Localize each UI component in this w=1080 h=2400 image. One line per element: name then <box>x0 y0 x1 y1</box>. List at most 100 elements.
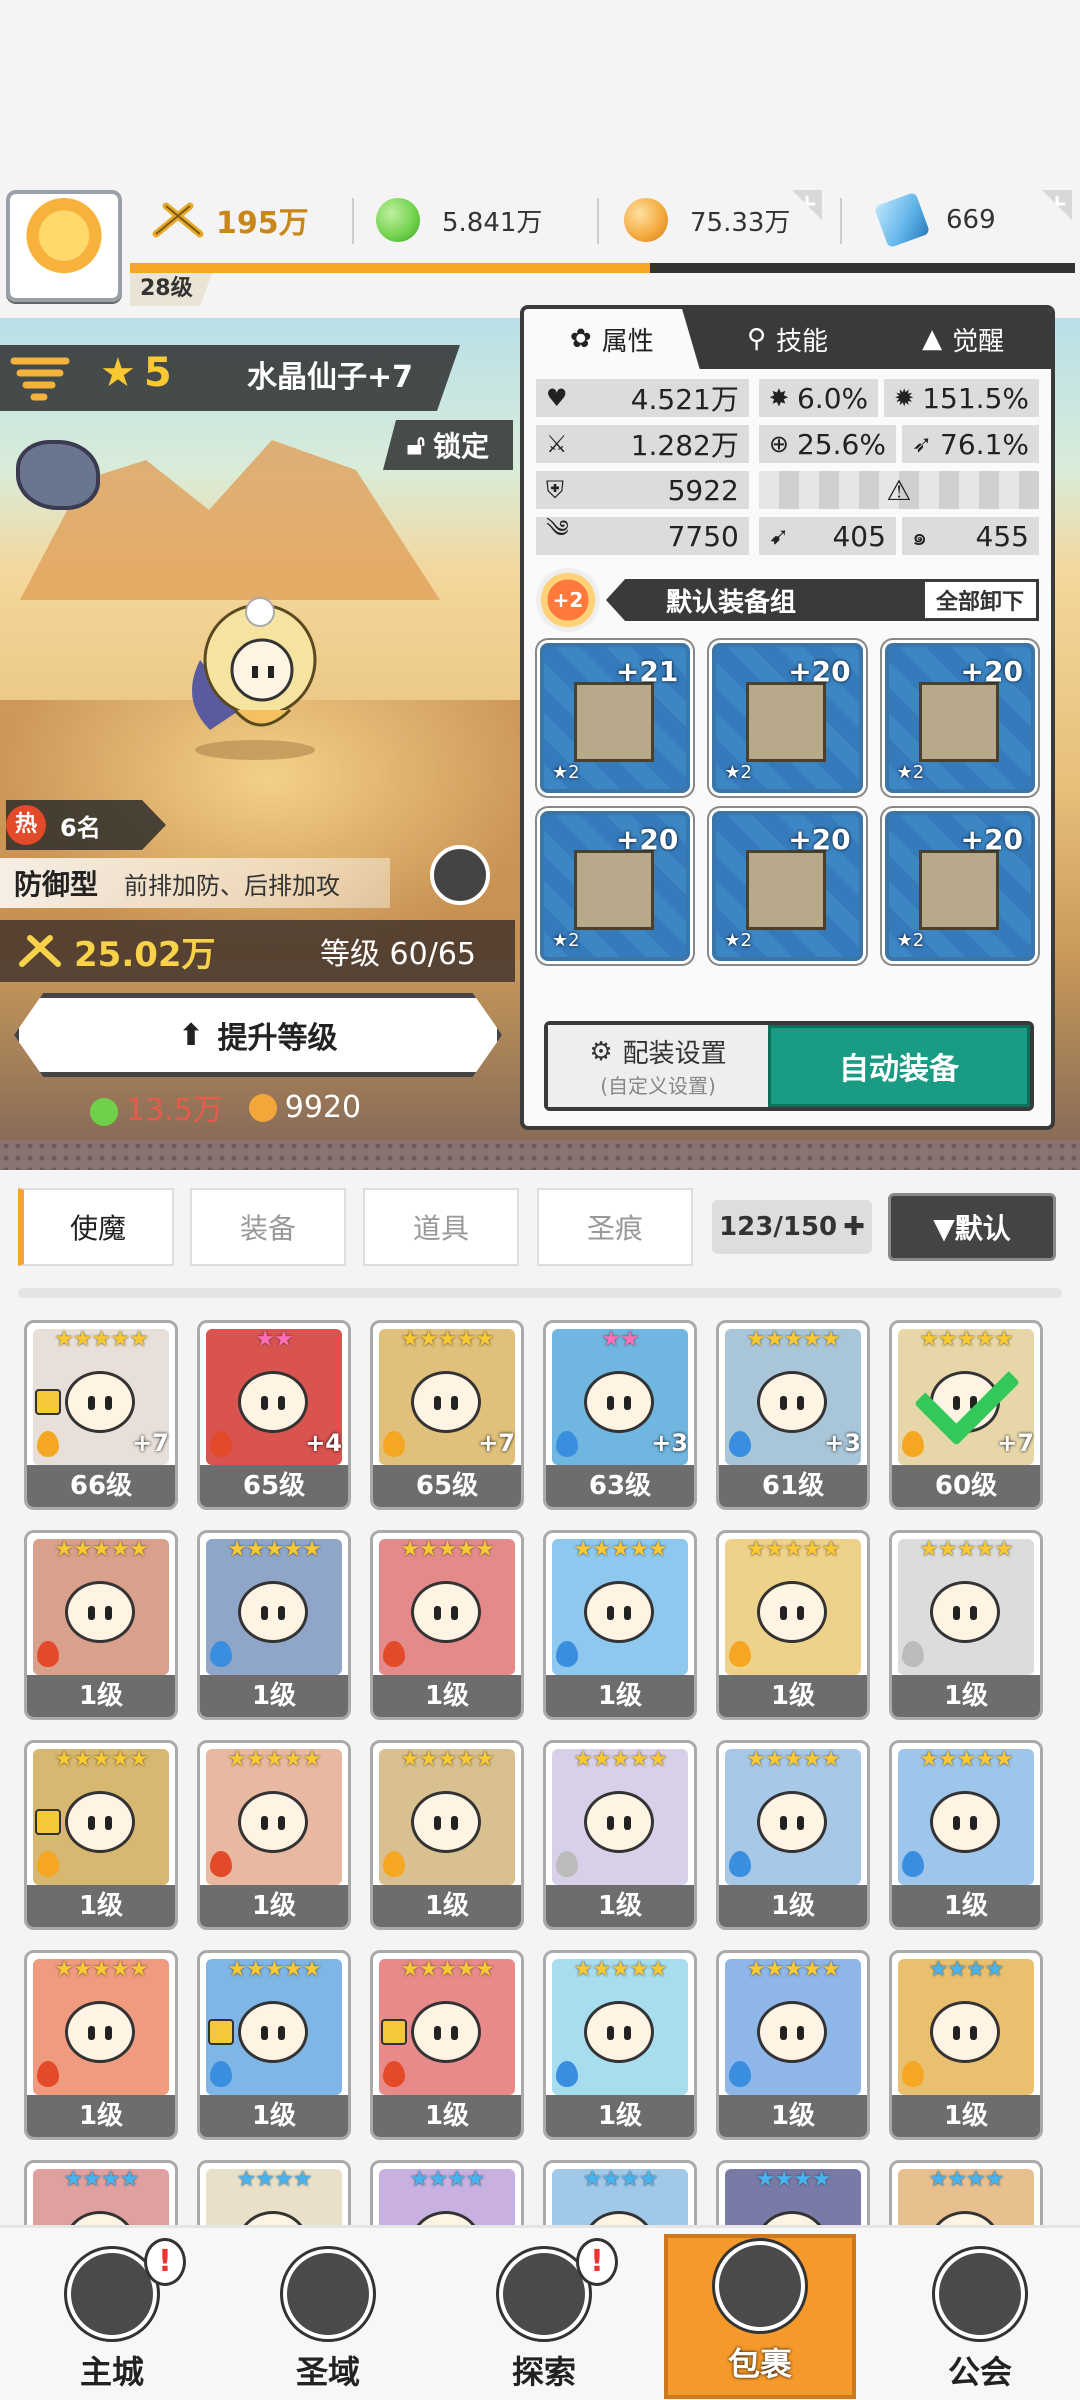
equip-slot-helmet[interactable]: +20 ★2 <box>712 643 863 793</box>
equipment-set-title[interactable]: 默认装备组 <box>606 579 925 621</box>
familiar-card[interactable]: ★★★★★ 1级 <box>197 1740 351 1930</box>
stat-attack: ⚔ 1.282万 <box>536 425 749 463</box>
unequip-all-button[interactable]: 全部卸下 <box>920 579 1039 621</box>
familiar-card[interactable]: ★★★★ <box>716 2160 870 2225</box>
inv-tab-stigmata[interactable]: 圣痕 <box>537 1188 693 1266</box>
gold-coin-icon <box>248 1094 277 1122</box>
tab-label: 技能 <box>776 326 829 357</box>
familiar-card[interactable]: ★★★★★ 1级 <box>24 1740 178 1930</box>
familiar-card[interactable]: ★★★★★ +3 61级 <box>716 1320 870 1510</box>
stat-value: 455 <box>975 519 1029 553</box>
auto-equip-button[interactable]: 自动装备 <box>768 1025 1030 1107</box>
nav-sword-stone[interactable]: 探索! <box>436 2228 652 2400</box>
element-icon <box>37 1431 59 1457</box>
nav-vortex[interactable]: 圣域 <box>220 2228 436 2400</box>
familiar-card[interactable]: ★★★★★ 1级 <box>370 1740 524 1930</box>
add-crystal-button[interactable]: + <box>1042 190 1072 220</box>
inv-tab-items[interactable]: 道具 <box>363 1188 519 1266</box>
equip-stars: ★2 <box>552 762 580 783</box>
pierce-icon: ➹ <box>768 522 789 550</box>
sort-dropdown[interactable]: ▼默认 <box>888 1193 1056 1261</box>
swap-view-icon[interactable] <box>430 845 490 905</box>
gold-coin-icon <box>624 198 668 242</box>
equip-bonus-badge[interactable]: +2 <box>536 568 600 632</box>
familiar-card[interactable]: ★★★★★ 1级 <box>889 1740 1043 1930</box>
resource-gold-value: 75.33万 <box>690 207 791 238</box>
cost-green-value: 13.5万 <box>126 1093 223 1128</box>
nav-guild[interactable]: 公会 <box>872 2228 1080 2400</box>
familiar-card[interactable]: ★★★★ <box>543 2160 697 2225</box>
tab-skills[interactable]: ⚲ 技能 <box>700 309 876 369</box>
familiar-card[interactable]: ★★★★★ 1级 <box>889 1530 1043 1720</box>
familiar-card[interactable]: ★★★★★ 1级 <box>543 1530 697 1720</box>
config-label: 配装设置 <box>622 1039 727 1069</box>
armor-icon <box>918 682 999 762</box>
familiar-card[interactable]: ★★★★★ 1级 <box>543 1950 697 2140</box>
familiar-face <box>584 1371 654 1433</box>
familiar-card[interactable]: ★★★★★ 1级 <box>24 1950 178 2140</box>
familiar-grid: ★★★★★ +7 66级 ★★ +4 65级 ★★★★★ +7 65级 ★★ +3 63级 ★★★★★ +… <box>24 1320 1064 2225</box>
familiar-card[interactable]: ★★★★★ 1级 <box>197 1950 351 2140</box>
familiar-level: 1级 <box>719 1675 867 1717</box>
hero-star-count: 5 <box>143 350 172 396</box>
familiar-card[interactable]: ★★ +4 65级 <box>197 1320 351 1510</box>
inventory-capacity[interactable]: 123/150 ✚ <box>712 1200 872 1254</box>
equip-slot-sword[interactable]: +21 ★2 <box>540 643 691 793</box>
belt-icon <box>574 850 654 930</box>
familiar-card[interactable]: ★★★★★ +7 66级 <box>24 1320 178 1510</box>
tab-awaken[interactable]: ▲ 觉醒 <box>875 309 1051 369</box>
element-icon <box>210 1641 232 1667</box>
familiar-card[interactable]: ★★★★ <box>24 2160 178 2225</box>
familiar-stars: ★★★★★ <box>227 1957 322 1982</box>
familiar-card[interactable]: ★★★★★ 1级 <box>716 1740 870 1930</box>
familiar-card[interactable]: ★★★★★ 1级 <box>370 1950 524 2140</box>
config-sublabel: (自定义设置) <box>600 1074 716 1098</box>
upgrade-level-button[interactable]: ⬆ 提升等级 <box>14 993 502 1077</box>
role-description: 前排加防、后排加攻 <box>124 871 341 900</box>
familiar-card[interactable]: ★★★★ 1级 <box>889 1950 1043 2140</box>
popularity-rank: 6名 <box>60 813 101 842</box>
equip-slot-necklace[interactable]: +20 ★2 <box>712 811 863 961</box>
burst-icon: ✸ <box>768 384 789 412</box>
equip-slot-armor[interactable]: +20 ★2 <box>884 643 1035 793</box>
equip-config-button[interactable]: ⚙ 配装设置 (自定义设置) <box>548 1025 768 1107</box>
tab-attributes[interactable]: ✿ 属性 <box>524 309 700 369</box>
familiar-face <box>411 2001 481 2063</box>
familiar-card[interactable]: ★★★★★ 1级 <box>716 1530 870 1720</box>
familiar-card[interactable]: ★★★★★ +7 60级 <box>889 1320 1043 1510</box>
familiar-card[interactable]: ★★★★★ +7 65级 <box>370 1320 524 1510</box>
player-avatar[interactable] <box>6 190 122 302</box>
familiar-card[interactable]: ★★ +3 63级 <box>543 1320 697 1510</box>
fire-icon: 热 <box>6 805 46 845</box>
cost-green: 13.5万 <box>90 1085 223 1129</box>
familiar-card[interactable]: ★★★★★ 1级 <box>370 1530 524 1720</box>
equip-stars: ★2 <box>896 930 925 951</box>
arrow-up-icon: ⬆ <box>178 1017 204 1053</box>
familiar-card[interactable]: ★★★★ <box>889 2160 1043 2225</box>
familiar-card[interactable]: ★★★★ <box>370 2160 524 2225</box>
add-gold-button[interactable]: + <box>792 190 822 220</box>
familiar-card[interactable]: ★★★★★ 1级 <box>197 1530 351 1720</box>
inv-tab-equipment[interactable]: 装备 <box>190 1188 346 1266</box>
nav-bag[interactable]: 包裹 <box>664 2234 856 2399</box>
lock-button[interactable]: 🔓︎ 锁定 <box>383 420 513 470</box>
familiar-stars: ★★★★★ <box>400 1327 495 1352</box>
familiar-card[interactable]: ★★★★★ 1级 <box>543 1740 697 1930</box>
equip-stars: ★2 <box>724 930 752 951</box>
familiar-face <box>930 1581 1000 1643</box>
equip-level: +20 <box>788 823 851 856</box>
nav-castle[interactable]: 主城! <box>4 2228 220 2400</box>
familiar-card[interactable]: ★★★★★ 1级 <box>716 1950 870 2140</box>
familiar-stars: ★★★★★ <box>746 1957 841 1982</box>
stat-crit: ✸ 6.0% <box>758 379 879 417</box>
stat-value: 76.1% <box>940 427 1029 461</box>
equip-slot-boots[interactable]: +20 ★2 <box>884 811 1035 961</box>
inv-tab-familiars[interactable]: 使魔 <box>18 1188 174 1266</box>
familiar-face <box>757 1791 827 1853</box>
equip-slot-belt[interactable]: +20 ★2 <box>540 811 691 961</box>
familiar-level: 61级 <box>719 1465 867 1507</box>
familiar-card[interactable]: ★★★★★ 1级 <box>24 1530 178 1720</box>
familiar-face <box>584 2001 654 2063</box>
emblem-lock-icon[interactable] <box>16 440 100 510</box>
familiar-card[interactable]: ★★★★ <box>197 2160 351 2225</box>
